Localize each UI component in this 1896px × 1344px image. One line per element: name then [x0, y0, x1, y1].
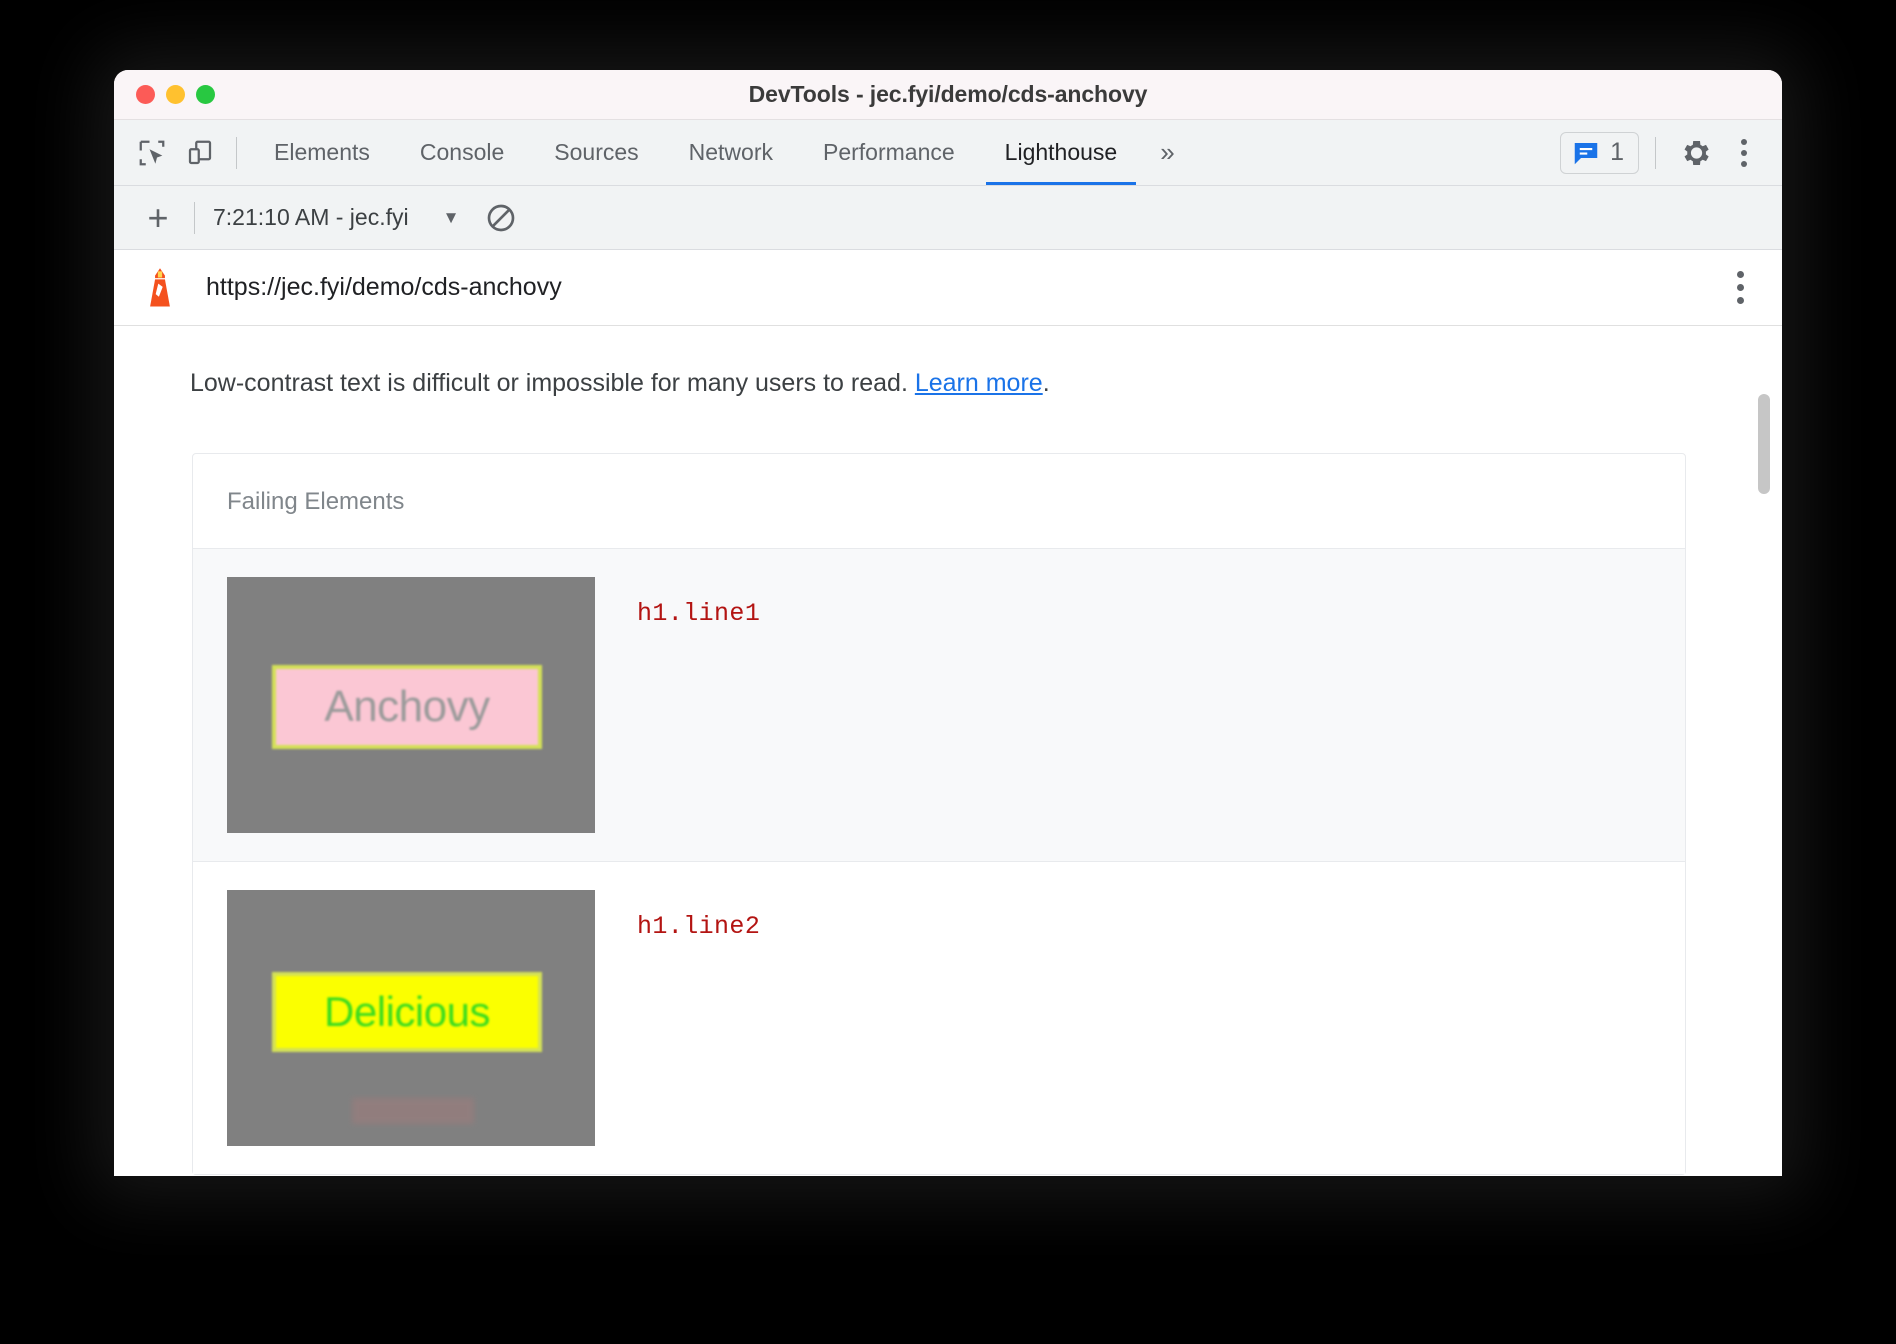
tab-label: Performance: [823, 139, 955, 166]
learn-more-link[interactable]: Learn more: [915, 369, 1043, 397]
failing-elements-header: Failing Elements: [193, 454, 1685, 549]
close-window-button[interactable]: [136, 85, 155, 104]
element-text: Anchovy: [324, 682, 489, 732]
inspect-element-icon[interactable]: [128, 129, 176, 177]
element-screenshot-thumbnail[interactable]: Delicious: [227, 890, 595, 1146]
report-url: https://jec.fyi/demo/cds-anchovy: [206, 273, 562, 302]
panel-tabs: Elements Console Sources Network Perform…: [249, 120, 1190, 185]
devtools-window: DevTools - jec.fyi/demo/cds-anchovy Elem…: [114, 70, 1782, 1176]
tabbar-divider: [236, 137, 237, 169]
message-bubble-icon: [1571, 138, 1601, 168]
tab-console[interactable]: Console: [395, 120, 529, 185]
failing-elements-card: Failing Elements Anchovy h1.line1 Delici…: [192, 453, 1686, 1175]
gear-icon[interactable]: [1672, 129, 1720, 177]
blurred-secondary-text: [352, 1098, 474, 1124]
kebab-menu-icon[interactable]: [1724, 129, 1764, 177]
maximize-window-button[interactable]: [196, 85, 215, 104]
audit-description-text: Low-contrast text is difficult or imposs…: [190, 369, 915, 397]
device-toolbar-icon[interactable]: [176, 129, 224, 177]
element-text: Delicious: [324, 988, 490, 1036]
element-highlight-box: Delicious: [272, 972, 542, 1052]
report-selector[interactable]: 7:21:10 AM - jec.fyi ▼: [207, 204, 459, 231]
message-count: 1: [1610, 138, 1624, 167]
node-selector-label[interactable]: h1.line1: [637, 577, 760, 628]
report-url-bar: https://jec.fyi/demo/cds-anchovy: [114, 250, 1782, 326]
window-title: DevTools - jec.fyi/demo/cds-anchovy: [114, 81, 1782, 108]
failing-element-row[interactable]: Anchovy h1.line1: [193, 549, 1685, 862]
tab-label: Console: [420, 139, 504, 166]
chevron-down-icon[interactable]: ▼: [443, 208, 460, 228]
tabbar-right-actions: 1: [1560, 129, 1782, 177]
panel-scrollbar[interactable]: [1756, 326, 1772, 1176]
tab-performance[interactable]: Performance: [798, 120, 980, 185]
failing-element-row[interactable]: Delicious h1.line2: [193, 862, 1685, 1174]
screenshot-root: DevTools - jec.fyi/demo/cds-anchovy Elem…: [0, 0, 1896, 1344]
report-options-kebab-icon[interactable]: [1727, 265, 1754, 310]
node-selector-label[interactable]: h1.line2: [637, 890, 760, 941]
audit-description: Low-contrast text is difficult or imposs…: [114, 326, 1782, 401]
more-tabs-icon[interactable]: »: [1142, 137, 1189, 168]
clear-all-icon[interactable]: [485, 202, 517, 234]
audit-description-period: .: [1043, 369, 1050, 397]
tab-sources[interactable]: Sources: [529, 120, 663, 185]
report-selector-value: 7:21:10 AM - jec.fyi: [213, 204, 409, 231]
tab-label: Sources: [554, 139, 638, 166]
window-titlebar: DevTools - jec.fyi/demo/cds-anchovy: [114, 70, 1782, 120]
tab-elements[interactable]: Elements: [249, 120, 395, 185]
lighthouse-toolbar: + 7:21:10 AM - jec.fyi ▼: [114, 186, 1782, 250]
tab-label: Elements: [274, 139, 370, 166]
traffic-light-buttons[interactable]: [136, 70, 215, 119]
element-screenshot-thumbnail[interactable]: Anchovy: [227, 577, 595, 833]
tab-label: Lighthouse: [1005, 139, 1118, 166]
actions-divider: [1655, 137, 1656, 169]
devtools-tabbar: Elements Console Sources Network Perform…: [114, 120, 1782, 186]
message-count-button[interactable]: 1: [1560, 132, 1639, 174]
element-highlight-box: Anchovy: [272, 665, 542, 749]
minimize-window-button[interactable]: [166, 85, 185, 104]
tab-label: Network: [689, 139, 773, 166]
lighthouse-toolbar-divider: [194, 202, 195, 234]
tab-lighthouse[interactable]: Lighthouse: [980, 120, 1143, 185]
new-report-button[interactable]: +: [134, 194, 182, 242]
tab-network[interactable]: Network: [664, 120, 798, 185]
scrollbar-thumb[interactable]: [1758, 394, 1770, 494]
audit-detail-panel: Low-contrast text is difficult or imposs…: [114, 326, 1782, 1176]
lighthouse-icon: [140, 267, 180, 309]
